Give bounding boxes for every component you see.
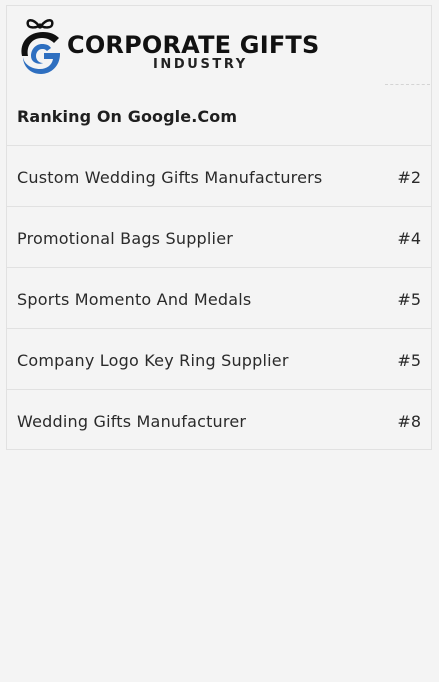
brand-logo[interactable]: CORPORATE GIFTS INDUSTRY	[17, 16, 322, 76]
rank-value: #8	[397, 412, 421, 431]
keyword-label: Wedding Gifts Manufacturer	[17, 412, 247, 431]
keyword-label: Promotional Bags Supplier	[17, 228, 234, 248]
brand-subtitle: INDUSTRY	[153, 57, 248, 72]
list-item[interactable]: Wedding Gifts Manufacturer #8	[7, 390, 431, 451]
list-item[interactable]: Company Logo Key Ring Supplier #5	[7, 329, 431, 390]
ranking-heading-row: Ranking On Google.Com	[7, 85, 431, 146]
ranking-list: Custom Wedding Gifts Manufacturers #2 Pr…	[7, 146, 431, 451]
ranking-card: CORPORATE GIFTS INDUSTRY Ranking On Goog…	[6, 5, 432, 450]
dotted-divider	[385, 84, 430, 85]
ranking-heading: Ranking On Google.Com	[17, 106, 238, 126]
brand-title: CORPORATE GIFTS	[67, 31, 320, 59]
keyword-label: Custom Wedding Gifts Manufacturers	[17, 167, 323, 187]
gift-bow-g-logo-icon	[17, 16, 65, 76]
list-item[interactable]: Custom Wedding Gifts Manufacturers #2	[7, 146, 431, 207]
logo-header: CORPORATE GIFTS INDUSTRY	[7, 6, 431, 85]
keyword-label: Sports Momento And Medals	[17, 289, 252, 309]
list-item[interactable]: Promotional Bags Supplier #4	[7, 207, 431, 268]
rank-value: #4	[397, 228, 421, 248]
rank-value: #2	[397, 167, 421, 187]
rank-value: #5	[397, 350, 421, 370]
list-item[interactable]: Sports Momento And Medals #5	[7, 268, 431, 329]
keyword-label: Company Logo Key Ring Supplier	[17, 350, 289, 370]
rank-value: #5	[397, 289, 421, 309]
